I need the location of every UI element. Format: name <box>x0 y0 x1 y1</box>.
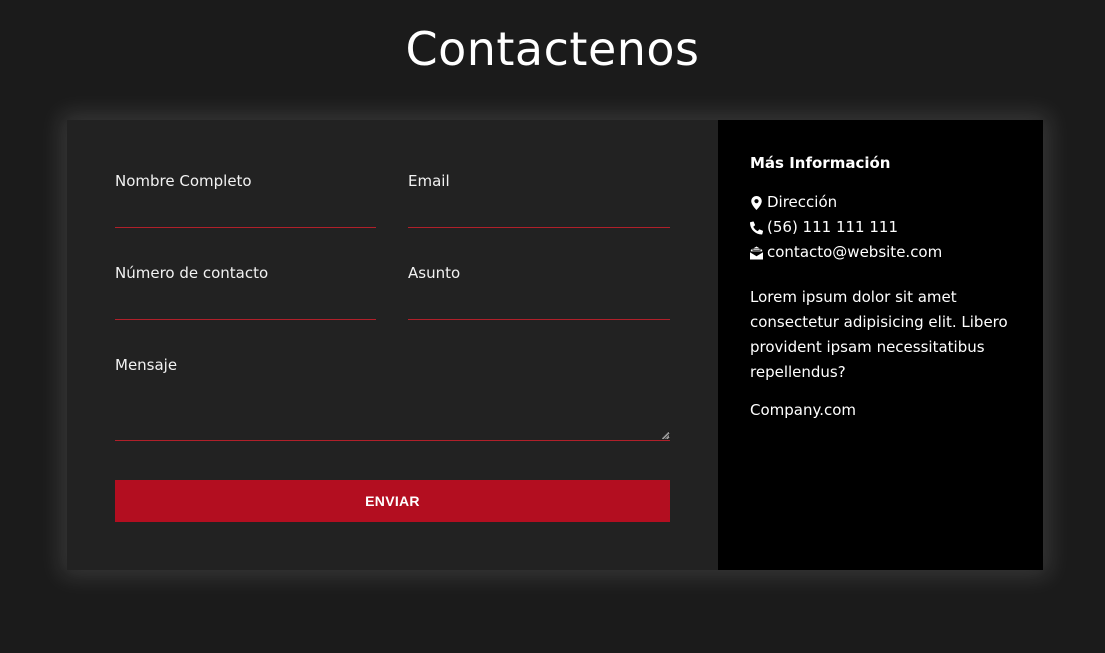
contact-card: Nombre Completo Email Número de contacto… <box>67 120 1043 570</box>
message-textarea[interactable] <box>115 393 670 441</box>
envelope-open-icon <box>750 246 763 259</box>
email-label: Email <box>408 172 450 190</box>
full-name-label: Nombre Completo <box>115 172 252 190</box>
contact-form: Nombre Completo Email Número de contacto… <box>67 120 718 570</box>
email-text: contacto@website.com <box>767 243 943 261</box>
info-panel: Más Información Dirección (56) 111 111 1… <box>718 120 1043 570</box>
phone-line: (56) 111 111 111 <box>750 215 1011 240</box>
email-field: Email <box>408 172 670 228</box>
map-marker-icon <box>751 195 762 210</box>
phone-field: Número de contacto <box>115 264 376 320</box>
info-heading: Más Información <box>750 154 891 172</box>
address-line: Dirección <box>750 190 1011 215</box>
phone-icon <box>750 220 763 234</box>
address-text: Dirección <box>767 193 838 211</box>
full-name-field: Nombre Completo <box>115 172 376 228</box>
subject-input[interactable] <box>408 298 670 320</box>
page-title: Contactenos <box>405 22 700 76</box>
phone-text: (56) 111 111 111 <box>767 218 898 236</box>
full-name-input[interactable] <box>115 206 376 228</box>
info-description: Lorem ipsum dolor sit amet consectetur a… <box>750 288 1008 381</box>
phone-input[interactable] <box>115 298 376 320</box>
subject-label: Asunto <box>408 264 461 282</box>
message-field: Mensaje <box>115 356 670 441</box>
email-input[interactable] <box>408 206 670 228</box>
subject-field: Asunto <box>408 264 670 320</box>
textarea-resize-handle[interactable] <box>662 432 669 439</box>
email-line: contacto@website.com <box>750 240 1011 265</box>
message-label: Mensaje <box>115 356 178 374</box>
submit-button[interactable]: ENVIAR <box>115 480 670 522</box>
company-name: Company.com <box>750 401 857 419</box>
phone-label: Número de contacto <box>115 264 269 282</box>
